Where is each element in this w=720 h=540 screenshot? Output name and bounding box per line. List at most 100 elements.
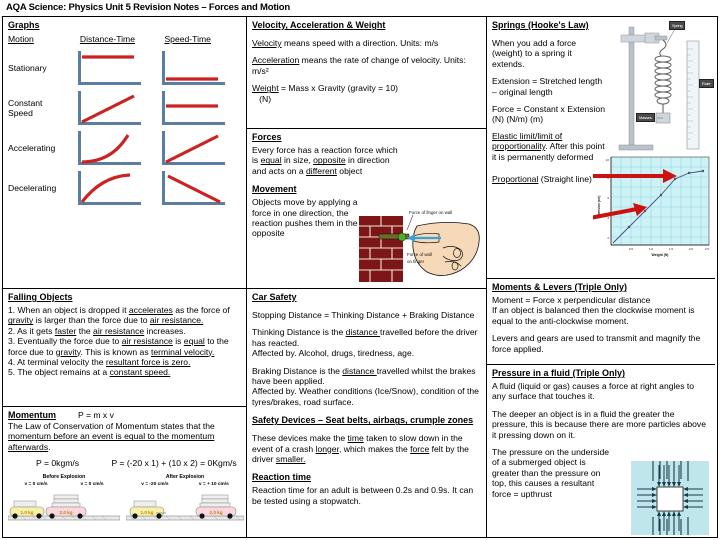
section-falling-objects: Falling Objects 1. When an object is dro… <box>3 289 246 407</box>
forces-text: Every force has a reaction force which i… <box>252 145 398 176</box>
svg-text:2.0: 2.0 <box>689 247 694 251</box>
table-row: Accelerating <box>8 128 241 168</box>
springs-force-units: (N) (N/m) (m) <box>492 114 544 125</box>
forces-heading: Forces <box>252 132 282 142</box>
upthrust-figure <box>631 461 709 535</box>
section-moments-levers: Moments & Levers (Triple Only) Moment = … <box>487 279 715 365</box>
movement-heading: Movement <box>252 184 297 195</box>
braking-distance: Braking Distance is the distance travell… <box>252 365 476 387</box>
label-spring: Spring <box>669 21 686 30</box>
pressure-line-2: The deeper an object is in a fluid the g… <box>492 408 706 440</box>
svg-text:1.0 kg: 1.0 kg <box>140 510 153 515</box>
label-ruler: Ruler <box>699 79 714 88</box>
section-momentum: Momentum P = m x v The Law of Conservati… <box>3 407 246 537</box>
graph-dt-accelerating <box>72 128 157 168</box>
graph-st-stationary <box>156 48 241 88</box>
pressure-line-3: The pressure on the underside of a subme… <box>492 447 610 499</box>
after-carts-svg: 1.0 kg 2.0 kg <box>125 494 245 520</box>
svg-text:on finger: on finger <box>407 259 425 264</box>
before-caption: Before Explosion <box>42 473 86 480</box>
graphs-heading: Graphs <box>8 20 40 30</box>
section-springs: Springs (Hooke's Law) When you add a for… <box>487 17 715 279</box>
carsafety-heading: Car Safety <box>252 292 297 302</box>
safety-devices-text: These devices make the time taken to slo… <box>252 433 469 465</box>
section-graphs: Graphs Motion Distance-Time Speed-Time S… <box>3 17 246 289</box>
column-right: Springs (Hooke's Law) When you add a for… <box>487 17 715 537</box>
section-forces: Forces Every force has a reaction force … <box>247 129 486 289</box>
row-label-decelerating: Decelerating <box>8 183 57 193</box>
spring-apparatus-figure: Spring Ruler Masses <box>613 19 714 159</box>
table-row: Decelerating <box>8 168 241 208</box>
momentum-after-p: P = (-20 x 1) + (10 x 2) = 0Kgm/s <box>111 458 237 469</box>
svg-text:1.0: 1.0 <box>649 247 654 251</box>
label-masses: Masses <box>636 113 655 122</box>
revision-notes-page: AQA Science: Physics Unit 5 Revision Not… <box>0 0 720 540</box>
notes-grid: Graphs Motion Distance-Time Speed-Time S… <box>2 16 718 538</box>
svg-text:2.5: 2.5 <box>705 247 710 251</box>
vaw-acceleration: Acceleration means the rate of change of… <box>252 55 466 76</box>
pressure-line-1: A fluid (liquid or gas) causes a force a… <box>492 381 695 402</box>
row-label-constant-speed: Constant Speed <box>8 98 43 118</box>
vaw-velocity: Velocity means speed with a direction. U… <box>252 38 439 48</box>
graph-dt-stationary <box>72 48 157 88</box>
page-title: AQA Science: Physics Unit 5 Revision Not… <box>6 2 290 13</box>
momentum-before-p: P = 0kgm/s <box>36 458 80 469</box>
reaction-time-text: Reaction time for an adult is between 0.… <box>252 485 474 506</box>
falling-point-2: 2. As it gets faster the air resistance … <box>8 325 186 336</box>
finger-on-wall-figure: Force of finger on wall Force of wall on… <box>357 208 483 286</box>
momentum-diagram: Before Explosion v = 0 cm/s v = 0 cm/s 1… <box>7 473 245 526</box>
movement-text: Objects move by applying a force in one … <box>252 197 358 239</box>
vaw-weight: Weight = Mass x Gravity (gravity = 10) (… <box>252 83 398 104</box>
falling-point-5: 5. The object remains at a constant spee… <box>8 367 171 378</box>
svg-text:1.0 kg: 1.0 kg <box>20 510 33 515</box>
col-header-speed-time: Speed-Time <box>164 34 211 44</box>
column-left: Graphs Motion Distance-Time Speed-Time S… <box>3 17 247 537</box>
table-row: Constant Speed <box>8 88 241 128</box>
hookes-law-graph: 24 68 10 0.51.0 1.52.0 2.5 Weight (N) Ex… <box>542 155 713 267</box>
svg-text:6: 6 <box>607 196 609 200</box>
graph-st-constant-speed <box>156 88 241 128</box>
svg-text:1.5: 1.5 <box>669 247 674 251</box>
cart-diagram-before: Before Explosion v = 0 cm/s v = 0 cm/s 1… <box>7 473 121 526</box>
falling-point-3: 3. Eventually the force due to air resis… <box>8 336 229 357</box>
thinking-distance: Thinking Distance is the distance travel… <box>252 327 478 348</box>
svg-text:2.0 kg: 2.0 kg <box>209 510 222 515</box>
moments-heading: Moments & Levers (Triple Only) <box>492 282 628 292</box>
section-pressure-fluid: Pressure in a fluid (Triple Only) A flui… <box>487 365 715 537</box>
svg-text:Force of wall: Force of wall <box>407 252 432 257</box>
col-header-motion: Motion <box>8 34 34 44</box>
graph-st-accelerating <box>156 128 241 168</box>
moments-line-1: Moment = Force x perpendicular distance <box>492 295 651 305</box>
after-caption: After Explosion <box>165 473 205 480</box>
svg-text:Force of finger on wall: Force of finger on wall <box>409 210 452 215</box>
moments-line-2: If an object is balanced then the clockw… <box>492 305 695 326</box>
pressure-heading: Pressure in a fluid (Triple Only) <box>492 368 626 378</box>
falling-point-4: 4. At terminal velocity the resultant fo… <box>8 357 191 368</box>
section-car-safety: Car Safety Stopping Distance = Thinking … <box>247 289 486 537</box>
safety-devices-heading: Safety Devices – Seat belts, airbags, cr… <box>252 415 474 426</box>
proportional-text: Proportional (Straight line) <box>492 174 592 185</box>
vaw-heading: Velocity, Acceleration & Weight <box>252 20 386 30</box>
moments-line-3: Levers and gears are used to transmit an… <box>492 333 701 354</box>
stopping-distance: Stopping Distance = Thinking Distance + … <box>252 310 475 320</box>
springs-intro: When you add a force (weight) to a sprin… <box>492 38 577 69</box>
section-velocity-acceleration-weight: Velocity, Acceleration & Weight Velocity… <box>247 17 486 129</box>
springs-force-eq: Force = Constant x Extension <box>492 104 605 115</box>
braking-affected: Affected by. Weather conditions (Ice/Sno… <box>252 386 479 407</box>
col-header-distance-time: Distance-Time <box>79 34 135 44</box>
reaction-time-heading: Reaction time <box>252 472 312 483</box>
thinking-affected: Affected by. Alcohol, drugs, tiredness, … <box>252 348 415 359</box>
graph-dt-constant-speed <box>72 88 157 128</box>
springs-extension: Extension = Stretched length – original … <box>492 76 603 97</box>
momentum-formula: P = m x v <box>78 410 114 420</box>
svg-text:Weight (N): Weight (N) <box>652 253 669 257</box>
falling-point-1: 1. When an object is dropped it accelera… <box>8 305 230 326</box>
elastic-limit-text: Elastic limit/limit of proportionality. … <box>492 130 605 162</box>
row-label-accelerating: Accelerating <box>8 143 56 153</box>
svg-text:10: 10 <box>606 158 610 162</box>
before-carts-svg: 1.0 kg 2.0 kg <box>7 494 121 520</box>
falling-heading: Falling Objects <box>8 292 73 302</box>
graphs-table: Motion Distance-Time Speed-Time Stationa… <box>8 34 241 208</box>
svg-text:0.5: 0.5 <box>629 247 634 251</box>
svg-text:2: 2 <box>607 236 609 240</box>
